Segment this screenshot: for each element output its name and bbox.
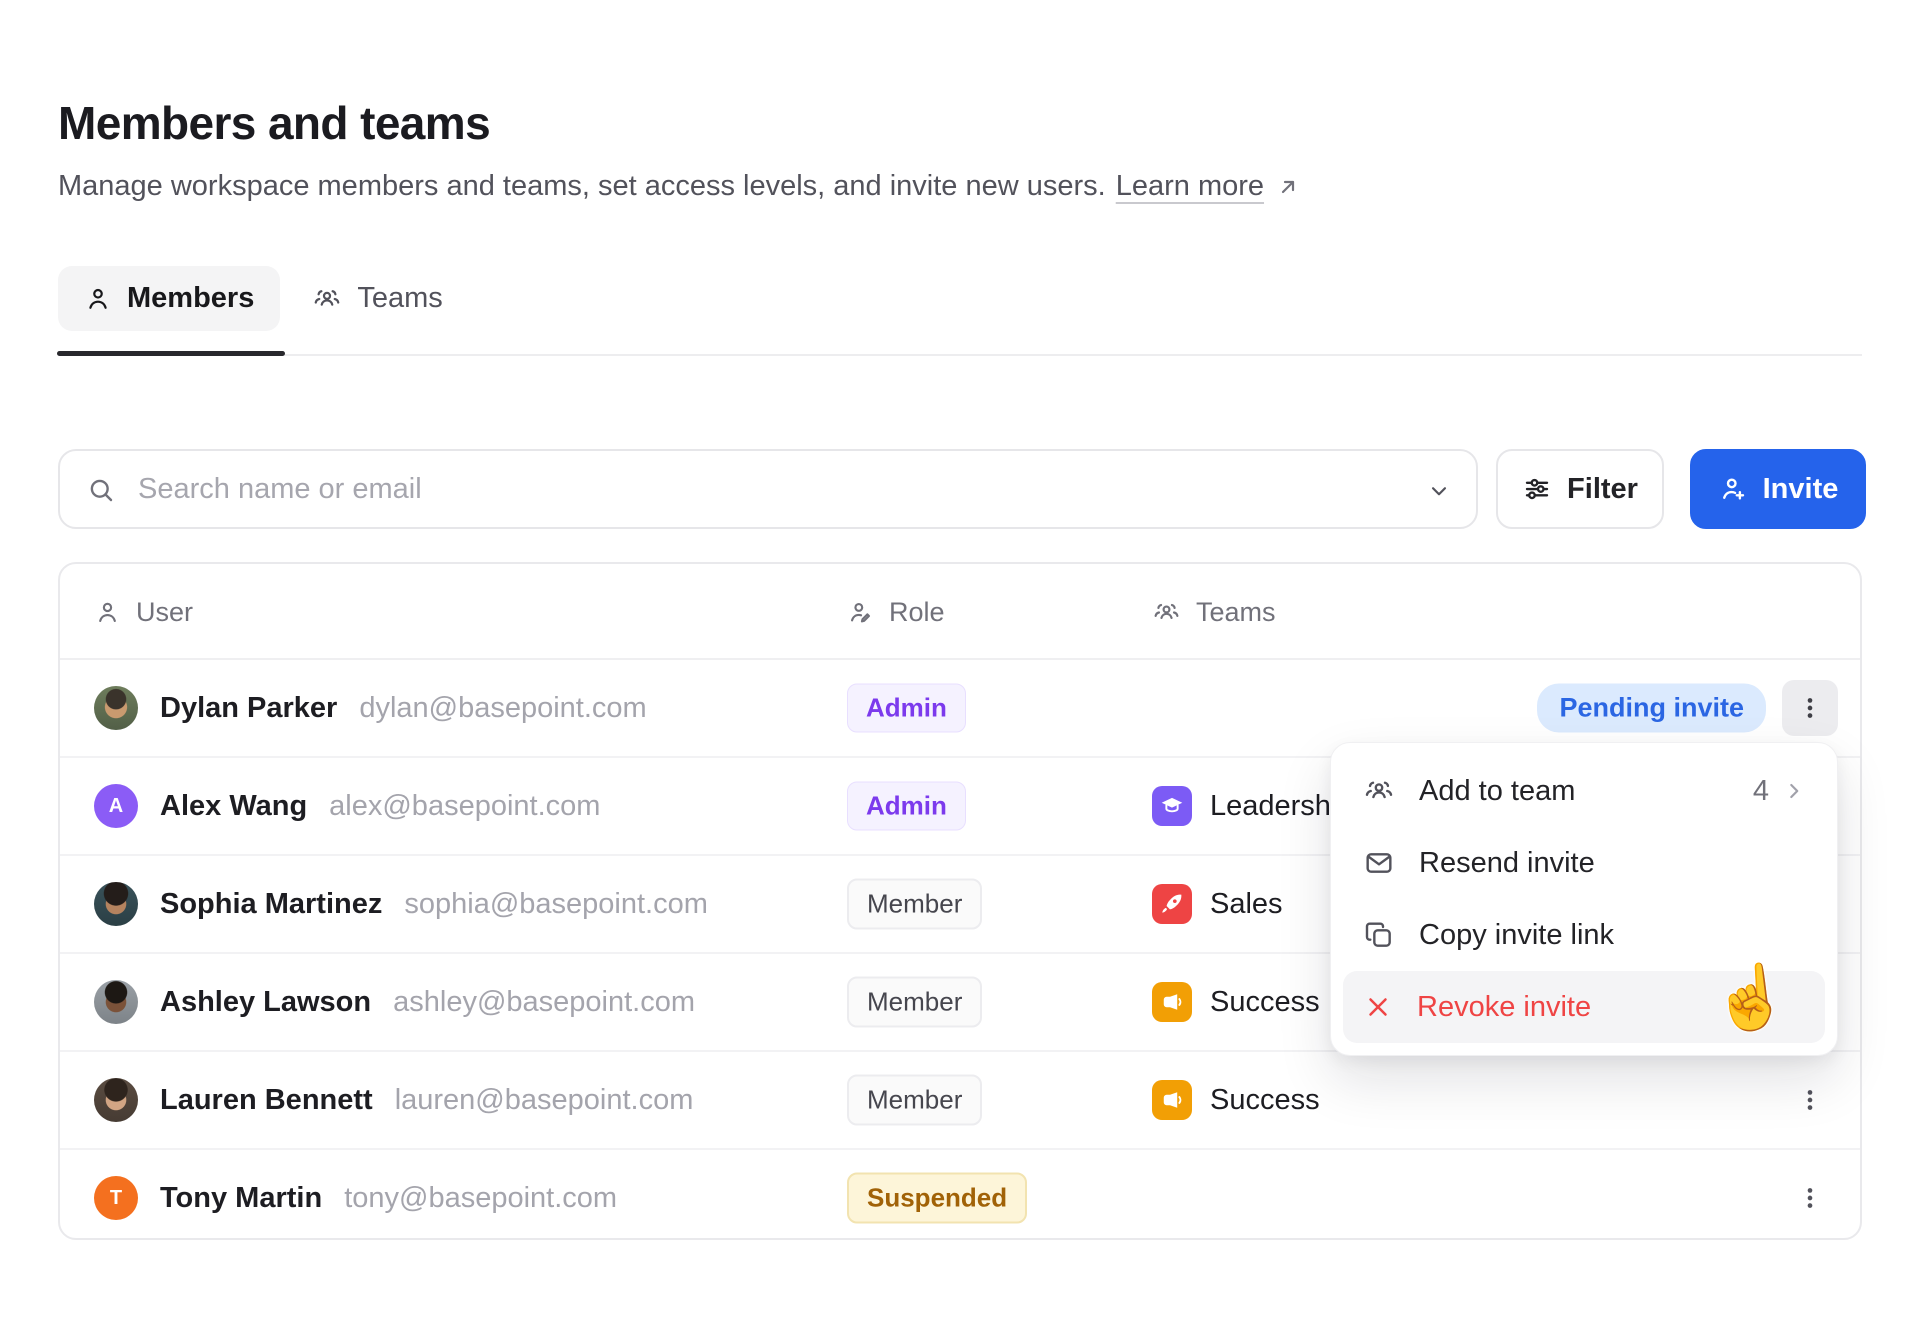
- role-badge: Member: [847, 1075, 982, 1126]
- x-icon: [1363, 992, 1393, 1022]
- role-badge: Member: [847, 879, 982, 930]
- user-edit-icon: [847, 599, 874, 626]
- avatar: A: [94, 784, 138, 828]
- users-icon: [1152, 598, 1181, 627]
- team-chip: Success: [1152, 1052, 1320, 1148]
- kebab-icon: [1796, 694, 1824, 722]
- search-box: [58, 449, 1478, 529]
- menu-item-copy-invite-link[interactable]: Copy invite link: [1343, 899, 1825, 971]
- page-subtitle: Manage workspace members and teams, set …: [58, 170, 1300, 203]
- invite-button[interactable]: Invite: [1690, 449, 1866, 529]
- column-teams: Teams: [1152, 564, 1276, 660]
- menu-item-resend-invite[interactable]: Resend invite: [1343, 827, 1825, 899]
- column-role-label: Role: [889, 597, 945, 628]
- team-chip: Leadership: [1152, 758, 1354, 854]
- chevron-down-icon[interactable]: [1426, 478, 1452, 504]
- table-header: User Role Teams: [60, 564, 1860, 660]
- column-user: User: [94, 564, 193, 660]
- mail-icon: [1363, 847, 1395, 879]
- active-tab-underline: [57, 351, 285, 356]
- team-count: 4: [1753, 775, 1769, 808]
- subtitle-text: Manage workspace members and teams, set …: [58, 170, 1106, 203]
- user-icon: [84, 285, 112, 313]
- member-name: Sophia Martinez: [160, 888, 382, 921]
- menu-item-label: Add to team: [1419, 775, 1575, 808]
- avatar: [94, 980, 138, 1024]
- megaphone-icon: [1152, 982, 1192, 1022]
- search-input[interactable]: [138, 453, 1428, 525]
- member-name: Tony Martin: [160, 1182, 322, 1215]
- member-name: Alex Wang: [160, 790, 307, 823]
- tab-members-label: Members: [127, 282, 254, 315]
- members-and-teams-page: Members and teams Manage workspace membe…: [0, 0, 1920, 1327]
- tab-teams-label: Teams: [357, 282, 442, 315]
- user-plus-icon: [1718, 474, 1748, 504]
- row-menu-button[interactable]: [1782, 1072, 1838, 1128]
- member-email: sophia@basepoint.com: [404, 888, 708, 921]
- avatar: [94, 686, 138, 730]
- row-menu-button[interactable]: [1782, 1170, 1838, 1226]
- search-icon: [86, 475, 116, 505]
- learn-more-link[interactable]: Learn more: [1116, 170, 1264, 203]
- tab-members[interactable]: Members: [58, 266, 280, 331]
- tab-bar: Members Teams: [58, 266, 469, 331]
- filter-button-label: Filter: [1567, 473, 1638, 506]
- team-name: Sales: [1210, 888, 1283, 921]
- filter-button[interactable]: Filter: [1496, 449, 1664, 529]
- menu-item-label: Revoke invite: [1417, 991, 1591, 1024]
- member-name: Lauren Bennett: [160, 1084, 373, 1117]
- invite-button-label: Invite: [1763, 473, 1839, 506]
- table-row-tony-martin[interactable]: T Tony Martin tony@basepoint.com Suspend…: [60, 1150, 1860, 1246]
- team-chip: Sales: [1152, 856, 1283, 952]
- graduation-cap-icon: [1152, 786, 1192, 826]
- avatar: [94, 1078, 138, 1122]
- member-email: tony@basepoint.com: [344, 1182, 617, 1215]
- hand-cursor: ☝: [1708, 958, 1792, 1039]
- menu-item-label: Resend invite: [1419, 847, 1595, 880]
- sliders-icon: [1522, 474, 1552, 504]
- column-user-label: User: [136, 597, 193, 628]
- kebab-icon: [1796, 1086, 1824, 1114]
- tab-teams[interactable]: Teams: [298, 266, 468, 331]
- member-email: lauren@basepoint.com: [395, 1084, 694, 1117]
- team-name: Success: [1210, 986, 1320, 1019]
- user-icon: [94, 599, 121, 626]
- tabs-divider: [58, 354, 1862, 356]
- role-badge: Admin: [847, 684, 966, 733]
- pending-invite-badge: Pending invite: [1537, 684, 1766, 733]
- chevron-right-icon: [1781, 778, 1807, 804]
- row-menu-button[interactable]: [1782, 680, 1838, 736]
- member-email: ashley@basepoint.com: [393, 986, 695, 1019]
- column-role: Role: [847, 564, 945, 660]
- users-icon: [312, 284, 342, 314]
- avatar: [94, 882, 138, 926]
- role-badge: Admin: [847, 782, 966, 831]
- team-chip: Success: [1152, 954, 1320, 1050]
- table-row-lauren-bennett[interactable]: Lauren Bennett lauren@basepoint.com Memb…: [60, 1052, 1860, 1148]
- megaphone-icon: [1152, 1080, 1192, 1120]
- rocket-icon: [1152, 884, 1192, 924]
- role-badge: Suspended: [847, 1173, 1027, 1224]
- role-badge: Member: [847, 977, 982, 1028]
- users-icon: [1363, 775, 1395, 807]
- member-email: dylan@basepoint.com: [359, 692, 646, 725]
- member-name: Dylan Parker: [160, 692, 337, 725]
- copy-icon: [1363, 919, 1395, 951]
- column-teams-label: Teams: [1196, 597, 1276, 628]
- menu-item-label: Copy invite link: [1419, 919, 1614, 952]
- page-title: Members and teams: [58, 96, 490, 150]
- member-email: alex@basepoint.com: [329, 790, 600, 823]
- team-name: Success: [1210, 1084, 1320, 1117]
- arrow-up-right-icon: [1276, 175, 1300, 199]
- kebab-icon: [1796, 1184, 1824, 1212]
- menu-item-add-to-team[interactable]: Add to team 4: [1343, 755, 1825, 827]
- avatar: T: [94, 1176, 138, 1220]
- member-name: Ashley Lawson: [160, 986, 371, 1019]
